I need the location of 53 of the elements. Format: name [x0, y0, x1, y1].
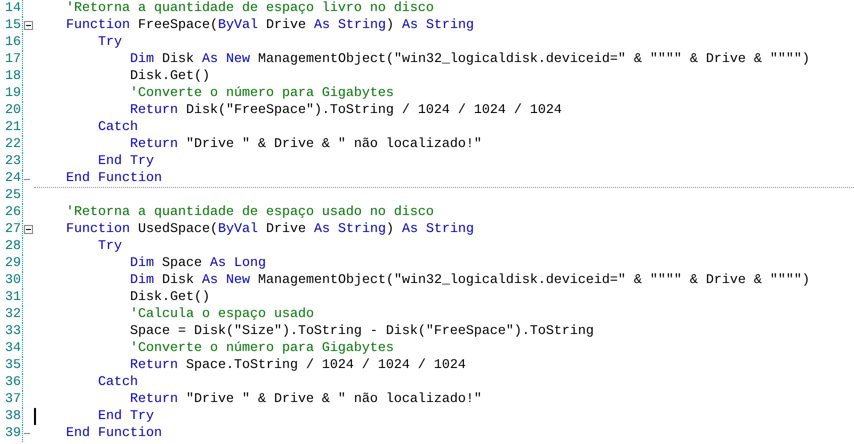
code-line: Function FreeSpace(ByVal Drive As String) As String	[64, 17, 474, 34]
line-number: 14	[4, 0, 22, 17]
line-number: 15	[4, 17, 22, 34]
line-number: 35	[4, 357, 22, 374]
line-number: 17	[4, 51, 22, 68]
line-number: 38	[4, 408, 22, 425]
code-line: 'Converte o número para Gigabytes	[128, 85, 394, 102]
code-line: End Function	[64, 425, 162, 442]
line-number: 26	[4, 204, 22, 221]
line-number: 24	[4, 170, 22, 188]
line-number: 34	[4, 340, 22, 357]
line-number: 16	[4, 34, 22, 51]
code-line: Catch	[96, 374, 138, 391]
code-line: End Function	[64, 170, 162, 187]
line-number: 32	[4, 306, 22, 323]
line-number: 18	[4, 68, 22, 85]
line-number: 37	[4, 391, 22, 408]
code-line: Return "Drive " & Drive & " não localizado!"	[128, 136, 482, 153]
collapse-icon[interactable]	[24, 225, 33, 234]
code-line: 'Converte o número para Gigabytes	[128, 340, 394, 357]
line-number: 23	[4, 153, 22, 170]
line-number: 21	[4, 119, 22, 136]
line-number: 27	[4, 221, 22, 238]
line-number: 31	[4, 289, 22, 306]
line-number: 28	[4, 238, 22, 255]
code-line: 'Calcula o espaço usado	[128, 306, 314, 323]
code-line: Dim Disk As New ManagementObject("win32_logicaldisk.deviceid=" & """" & Drive & """")	[128, 272, 810, 289]
code-line: End Try	[96, 153, 154, 170]
collapse-icon[interactable]	[24, 21, 33, 30]
code-line: 'Retorna a quantidade de espaço livro no disco	[64, 0, 434, 17]
code-line: Try	[96, 238, 122, 255]
line-number: 29	[4, 255, 22, 272]
code-line: Return "Drive " & Drive & " não localizado!"	[128, 391, 482, 408]
code-line: Dim Space As Long	[128, 255, 266, 272]
code-line: End Try	[96, 408, 154, 425]
line-number: 25	[4, 187, 22, 204]
line-number: 30	[4, 272, 22, 289]
code-line: Disk.Get()	[128, 289, 210, 306]
code-line: Catch	[96, 119, 138, 136]
code-line: Dim Disk As New ManagementObject("win32_logicaldisk.deviceid=" & """" & Drive & """")	[128, 51, 810, 68]
code-line: Disk.Get()	[128, 68, 210, 85]
code-line: 'Retorna a quantidade de espaço usado no disco	[64, 204, 434, 221]
line-number: 33	[4, 323, 22, 340]
line-number: 36	[4, 374, 22, 391]
code-line: Return Disk("FreeSpace").ToString / 1024 / 1024 / 1024	[128, 102, 562, 119]
code-line: Try	[96, 34, 122, 51]
code-line: Return Space.ToString / 1024 / 1024 / 1024	[128, 357, 466, 374]
line-number: 19	[4, 85, 22, 102]
line-number: 39	[4, 425, 22, 442]
code-line: Space = Disk("Size").ToString - Disk("FreeSpace").ToString	[128, 323, 594, 340]
code-line: Function UsedSpace(ByVal Drive As String) As String	[64, 221, 474, 238]
line-number: 22	[4, 136, 22, 153]
line-number: 20	[4, 102, 22, 119]
